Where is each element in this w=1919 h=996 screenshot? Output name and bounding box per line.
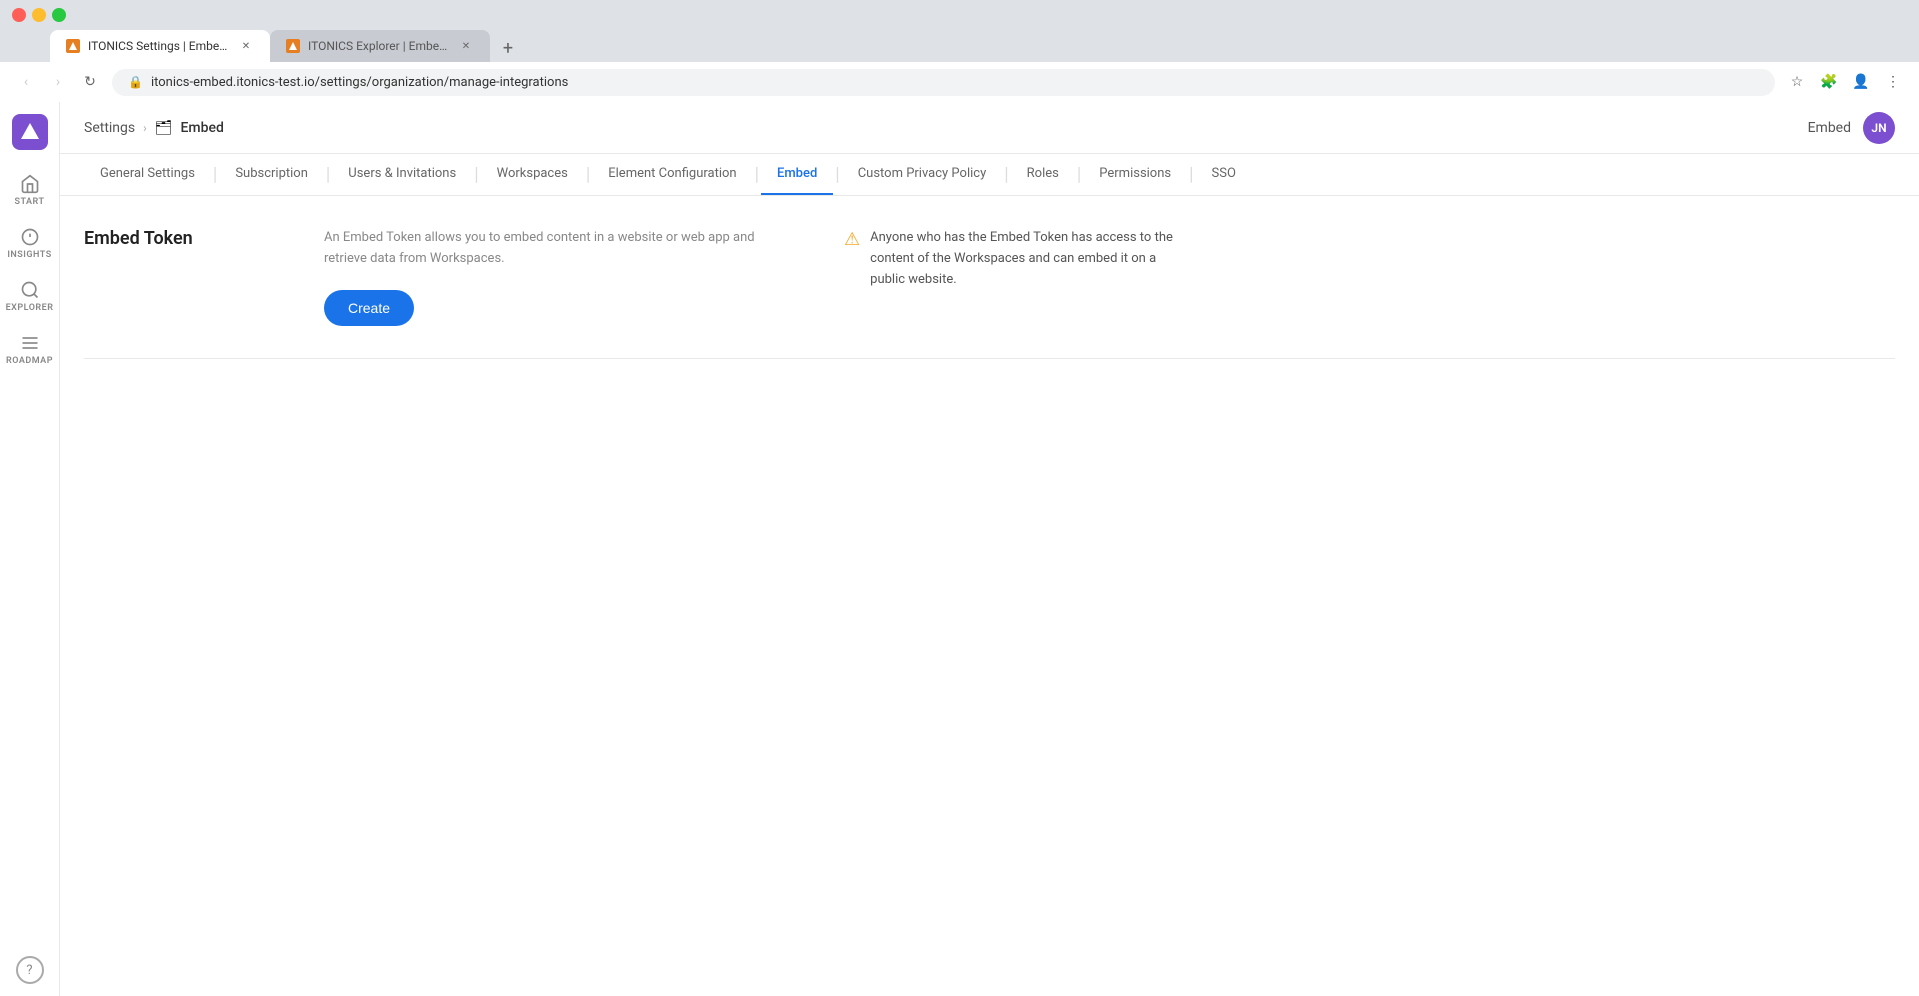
forward-button[interactable]: › (44, 68, 72, 96)
tab-sso[interactable]: SSO (1196, 154, 1252, 195)
help-button[interactable]: ? (16, 956, 44, 984)
tab-title-1: ITONICS Settings | Embed – Em… (88, 39, 230, 53)
tab-general[interactable]: General Settings (84, 154, 211, 195)
embed-token-description: An Embed Token allows you to embed conte… (324, 228, 784, 270)
tab-favicon-2 (286, 39, 300, 53)
warning-box: ⚠ Anyone who has the Embed Token has acc… (844, 228, 1184, 290)
minimize-button[interactable] (32, 8, 46, 22)
section-description-column: An Embed Token allows you to embed conte… (284, 228, 784, 326)
breadcrumb-current: Embed (181, 120, 224, 136)
header-embed-label: Embed (1808, 120, 1851, 136)
tab-workspaces[interactable]: Workspaces (481, 154, 584, 195)
back-button[interactable]: ‹ (12, 68, 40, 96)
tab-embed[interactable]: Embed (761, 154, 833, 195)
tab-active[interactable]: ITONICS Settings | Embed – Em… ✕ (50, 30, 270, 62)
reload-button[interactable]: ↻ (76, 68, 104, 96)
lock-icon: 🔒 (128, 75, 143, 89)
browser-chrome: ITONICS Settings | Embed – Em… ✕ ITONICS… (0, 0, 1919, 102)
new-tab-button[interactable]: + (494, 34, 522, 62)
bookmark-icon[interactable]: ☆ (1783, 68, 1811, 96)
create-button[interactable]: Create (324, 290, 414, 326)
breadcrumb: Settings › 🗂 Embed (84, 120, 1808, 136)
tab-subscription[interactable]: Subscription (219, 154, 324, 195)
extensions-icon[interactable]: 🧩 (1815, 68, 1843, 96)
address-bar: ‹ › ↻ 🔒 itonics-embed.itonics-test.io/se… (0, 62, 1919, 102)
tab-users[interactable]: Users & Invitations (332, 154, 472, 195)
embed-section: Embed Token An Embed Token allows you to… (84, 228, 1895, 359)
tab-title-2: ITONICS Explorer | Embed – Tr… (308, 39, 450, 53)
sidebar-explorer-label: EXPLORER (6, 303, 54, 313)
warning-icon: ⚠ (844, 229, 860, 250)
embed-token-title: Embed Token (84, 228, 284, 249)
title-bar (0, 0, 1919, 30)
more-icon[interactable]: ⋮ (1879, 68, 1907, 96)
tab-privacy[interactable]: Custom Privacy Policy (842, 154, 1003, 195)
help-label: ? (26, 963, 32, 978)
tab-roles[interactable]: Roles (1011, 154, 1075, 195)
maximize-button[interactable] (52, 8, 66, 22)
tab-close-2[interactable]: ✕ (458, 38, 474, 54)
sidebar-item-roadmap[interactable]: ROADMAP (4, 325, 56, 374)
sidebar-roadmap-label: ROADMAP (6, 356, 53, 366)
traffic-lights (12, 8, 66, 22)
sidebar-bottom: ? (16, 956, 44, 984)
browser-actions: ☆ 🧩 👤 ⋮ (1783, 68, 1907, 96)
content-area: Embed Token An Embed Token allows you to… (60, 196, 1919, 996)
breadcrumb-settings-link[interactable]: Settings (84, 120, 135, 136)
url-bar[interactable]: 🔒 itonics-embed.itonics-test.io/settings… (112, 69, 1775, 96)
tab-bar: ITONICS Settings | Embed – Em… ✕ ITONICS… (0, 30, 1919, 62)
sidebar-item-explorer[interactable]: EXPLORER (4, 272, 56, 321)
close-button[interactable] (12, 8, 26, 22)
breadcrumb-separator: › (143, 121, 147, 135)
tab-inactive[interactable]: ITONICS Explorer | Embed – Tr… ✕ (270, 30, 490, 62)
sidebar: START INSIGHTS EXPLORER ROADMAP (0, 102, 60, 996)
section-title-column: Embed Token (84, 228, 284, 249)
user-avatar[interactable]: JN (1863, 112, 1895, 144)
tab-favicon-1 (66, 39, 80, 53)
tab-element[interactable]: Element Configuration (592, 154, 752, 195)
app-container: START INSIGHTS EXPLORER ROADMAP (0, 102, 1919, 996)
sidebar-item-insights[interactable]: INSIGHTS (4, 219, 56, 268)
top-header: Settings › 🗂 Embed Embed JN (60, 102, 1919, 154)
tabs-nav: General Settings | Subscription | Users … (60, 154, 1919, 196)
warning-text: Anyone who has the Embed Token has acces… (870, 228, 1184, 290)
nav-buttons: ‹ › ↻ (12, 68, 104, 96)
breadcrumb-icon: 🗂 (155, 120, 173, 136)
url-text: itonics-embed.itonics-test.io/settings/o… (151, 75, 568, 90)
tab-close-1[interactable]: ✕ (238, 38, 254, 54)
sidebar-start-label: START (14, 197, 44, 207)
warning-column: ⚠ Anyone who has the Embed Token has acc… (784, 228, 1184, 290)
main-content: Settings › 🗂 Embed Embed JN General Sett… (60, 102, 1919, 996)
app-logo[interactable] (12, 114, 48, 150)
sidebar-item-start[interactable]: START (4, 166, 56, 215)
profile-icon[interactable]: 👤 (1847, 68, 1875, 96)
header-right: Embed JN (1808, 112, 1895, 144)
tab-permissions[interactable]: Permissions (1083, 154, 1187, 195)
sidebar-insights-label: INSIGHTS (7, 250, 51, 260)
